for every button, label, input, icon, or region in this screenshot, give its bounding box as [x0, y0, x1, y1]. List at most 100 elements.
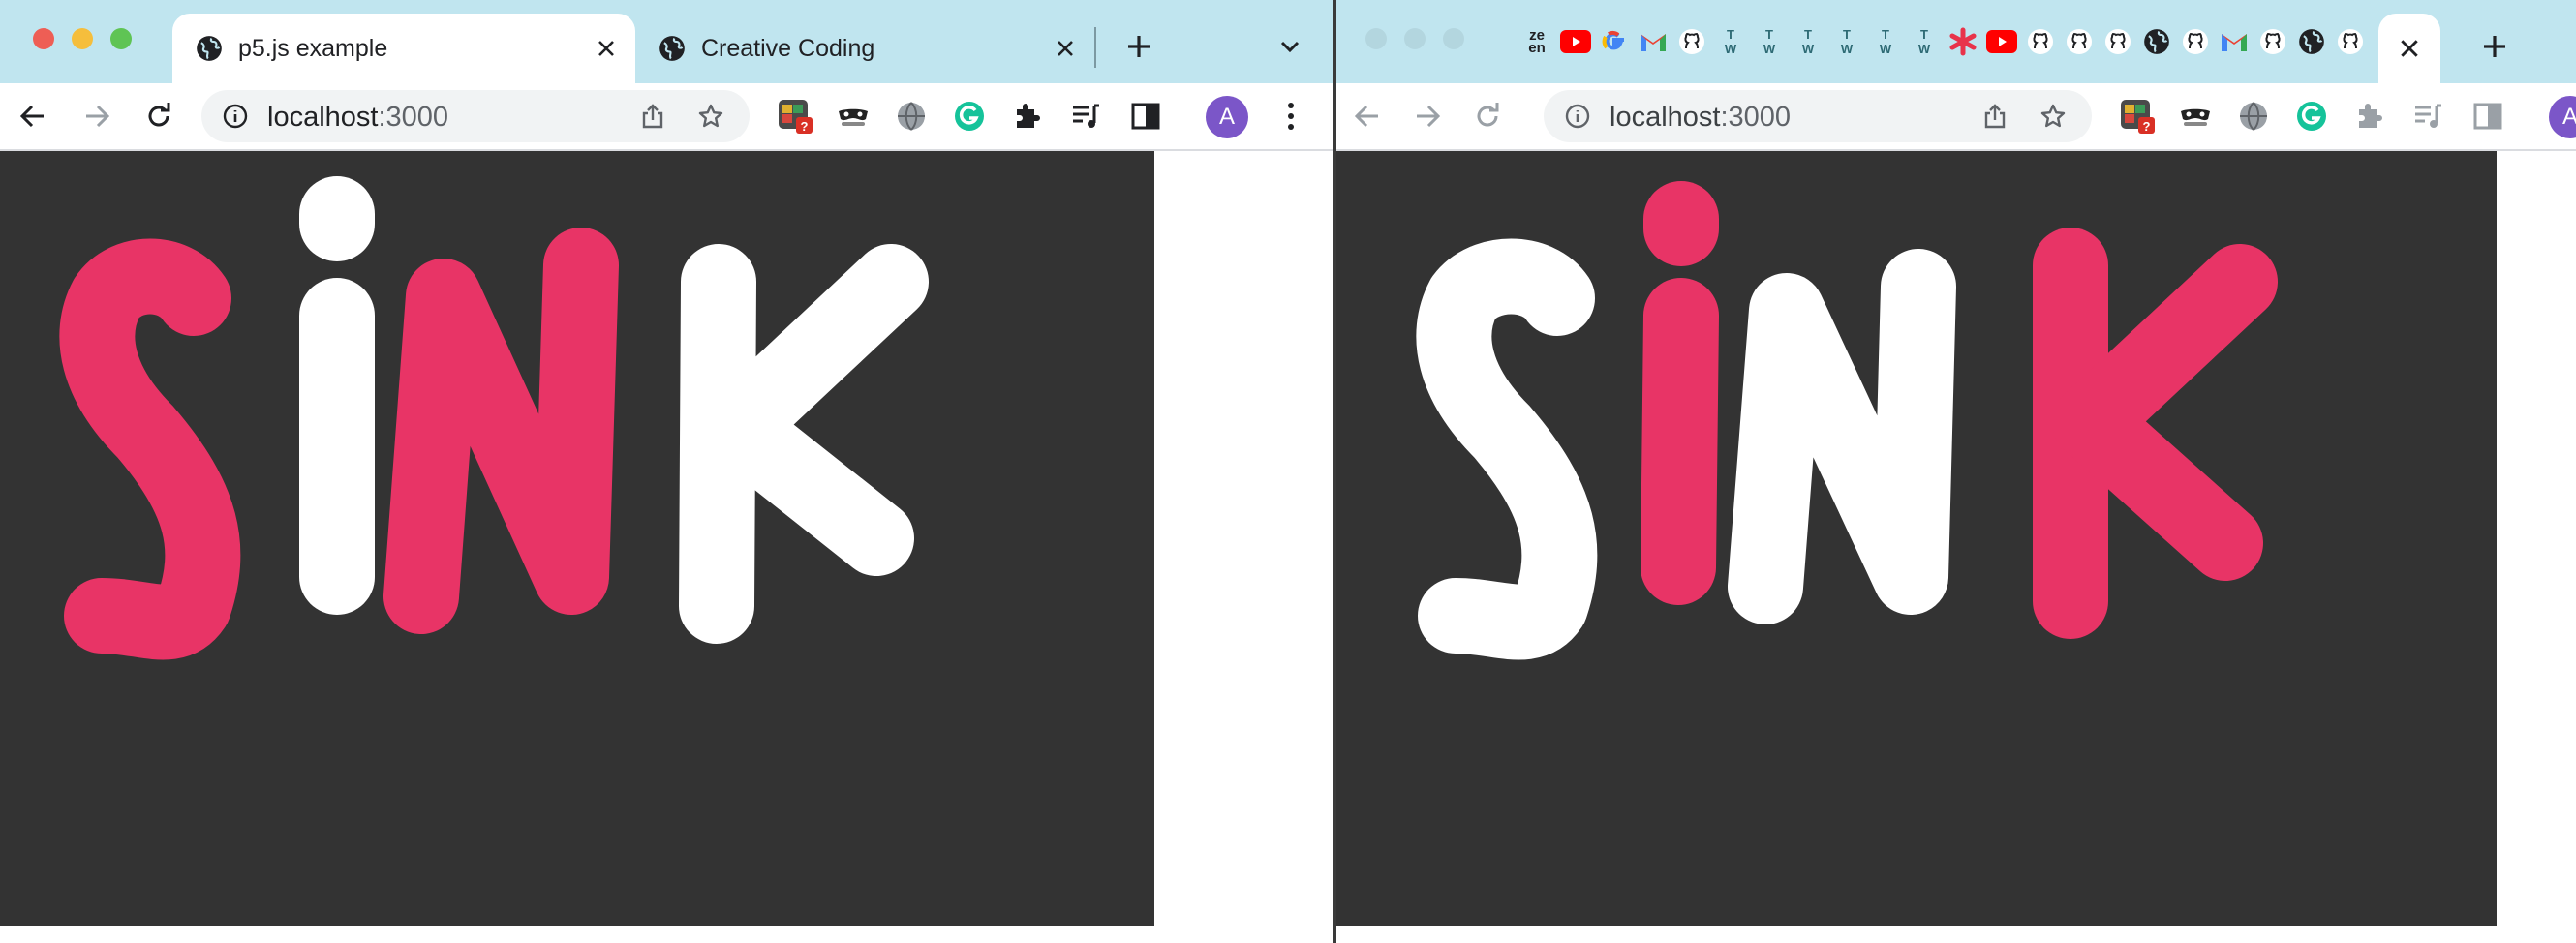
forward-arrow-icon [1417, 105, 1441, 128]
tab-strip: ze en T WT WT WT WT WT W [1336, 0, 2576, 83]
extension-mask-icon[interactable] [835, 98, 872, 135]
reload-icon [148, 103, 170, 127]
forward-button[interactable] [77, 97, 116, 136]
extensions-puzzle-icon[interactable] [2351, 98, 2388, 135]
grammarly-icon[interactable] [951, 98, 988, 135]
p5-canvas[interactable] [1336, 151, 2497, 926]
close-icon [1058, 41, 1073, 56]
github-icon[interactable] [1675, 25, 1708, 58]
tab-creative-coding[interactable]: Creative Coding [639, 14, 1094, 83]
close-icon[interactable] [2399, 38, 2420, 59]
extensions-puzzle-icon[interactable] [1009, 98, 1046, 135]
share-icon[interactable] [1981, 103, 2009, 130]
url-port: :3000 [378, 102, 449, 133]
forward-arrow-icon [86, 105, 110, 128]
github-icon[interactable] [2024, 25, 2057, 58]
profile-avatar[interactable]: A [2549, 96, 2576, 138]
extension-mask-icon[interactable] [2177, 98, 2214, 135]
tab-search-button[interactable] [1271, 27, 1309, 66]
tw-icon[interactable]: T W [1869, 25, 1902, 58]
gmail-icon[interactable] [1637, 25, 1670, 58]
zen-icon[interactable]: ze en [1520, 25, 1553, 58]
zoom-window-button[interactable] [110, 28, 132, 49]
profile-avatar[interactable]: A [1206, 96, 1248, 138]
github-icon[interactable] [2179, 25, 2212, 58]
google-icon[interactable] [1598, 25, 1631, 58]
url-port: :3000 [1720, 102, 1792, 133]
browser-window-right: ze en T WT WT WT WT WT W localhost:3000 ? [1336, 0, 2576, 943]
gmail-icon[interactable] [2218, 25, 2251, 58]
github-icon[interactable] [2334, 25, 2367, 58]
extension-globe-icon[interactable] [2235, 98, 2272, 135]
tab-strip: p5.js example Creative Coding [0, 0, 1333, 83]
toolbar: localhost:3000 ? A [1336, 83, 2576, 151]
info-icon [223, 104, 248, 129]
grammarly-icon[interactable] [2293, 98, 2330, 135]
letter-i-stem [1641, 278, 1719, 605]
address-bar[interactable]: localhost:3000 [201, 90, 750, 142]
tab-title: p5.js example [238, 34, 388, 62]
tw-icon[interactable]: T W [1792, 25, 1825, 58]
extension-game-icon[interactable]: ? [777, 98, 813, 135]
browser-window-left: p5.js example Creative Coding localhost:… [0, 0, 1333, 943]
bookmark-star-icon[interactable] [2039, 103, 2067, 130]
page-content [1336, 151, 2576, 943]
url-text: localhost:3000 [1610, 102, 1791, 134]
globe-icon[interactable] [2140, 25, 2173, 58]
share-icon[interactable] [639, 103, 666, 130]
github-icon[interactable] [2063, 25, 2096, 58]
globe-icon [659, 36, 685, 61]
tw-icon[interactable]: T W [1908, 25, 1941, 58]
new-tab-button[interactable] [2475, 27, 2514, 66]
menu-button[interactable] [1272, 97, 1310, 136]
url-text: localhost:3000 [267, 102, 448, 134]
tw-icon[interactable]: T W [1753, 25, 1786, 58]
back-arrow-icon [19, 105, 44, 128]
asterisk-icon[interactable] [1947, 25, 1979, 58]
close-window-button[interactable] [1365, 28, 1387, 49]
tab-p5js-example[interactable]: p5.js example [172, 14, 635, 83]
reload-button[interactable] [1468, 97, 1507, 136]
pinned-tabs: ze en T WT WT WT WT WT W [1520, 25, 2367, 58]
tw-icon[interactable]: T W [1714, 25, 1747, 58]
tab-separator [1094, 27, 1096, 68]
github-icon[interactable] [2256, 25, 2289, 58]
toolbar: localhost:3000 ? A [0, 83, 1333, 151]
new-tab-button[interactable] [1119, 27, 1158, 66]
info-icon [1565, 104, 1590, 129]
active-tab[interactable] [2378, 14, 2440, 83]
media-controls-icon[interactable] [1067, 98, 1104, 135]
github-icon[interactable] [2101, 25, 2134, 58]
side-panel-icon[interactable] [1127, 98, 1164, 135]
back-button[interactable] [1348, 97, 1387, 136]
minimize-window-button[interactable] [1404, 28, 1426, 49]
url-host: localhost [1610, 102, 1721, 133]
forward-button[interactable] [1408, 97, 1447, 136]
reload-button[interactable] [139, 97, 178, 136]
address-bar[interactable]: localhost:3000 [1544, 90, 2092, 142]
back-button[interactable] [14, 97, 52, 136]
chevron-down-icon [1280, 41, 1300, 53]
close-icon [598, 41, 614, 56]
svg-text:?: ? [801, 119, 809, 134]
extension-game-icon[interactable]: ? [2119, 98, 2156, 135]
tab-title: Creative Coding [701, 34, 875, 62]
close-tab-button[interactable] [593, 35, 620, 62]
close-window-button[interactable] [33, 28, 54, 49]
tw-icon[interactable]: T W [1830, 25, 1863, 58]
youtube-icon[interactable] [1985, 25, 2018, 58]
side-panel-icon[interactable] [2469, 98, 2506, 135]
p5-canvas[interactable] [0, 151, 1154, 926]
more-vertical-icon [1288, 103, 1294, 130]
bookmark-star-icon[interactable] [697, 103, 724, 130]
media-controls-icon[interactable] [2409, 98, 2446, 135]
youtube-icon[interactable] [1559, 25, 1592, 58]
extension-globe-icon[interactable] [893, 98, 930, 135]
globe-icon[interactable] [2295, 25, 2328, 58]
close-tab-button[interactable] [1052, 35, 1079, 62]
minimize-window-button[interactable] [72, 28, 93, 49]
plus-icon [1128, 36, 1150, 57]
url-host: localhost [267, 102, 379, 133]
zoom-window-button[interactable] [1443, 28, 1464, 49]
reload-icon [1477, 103, 1499, 127]
